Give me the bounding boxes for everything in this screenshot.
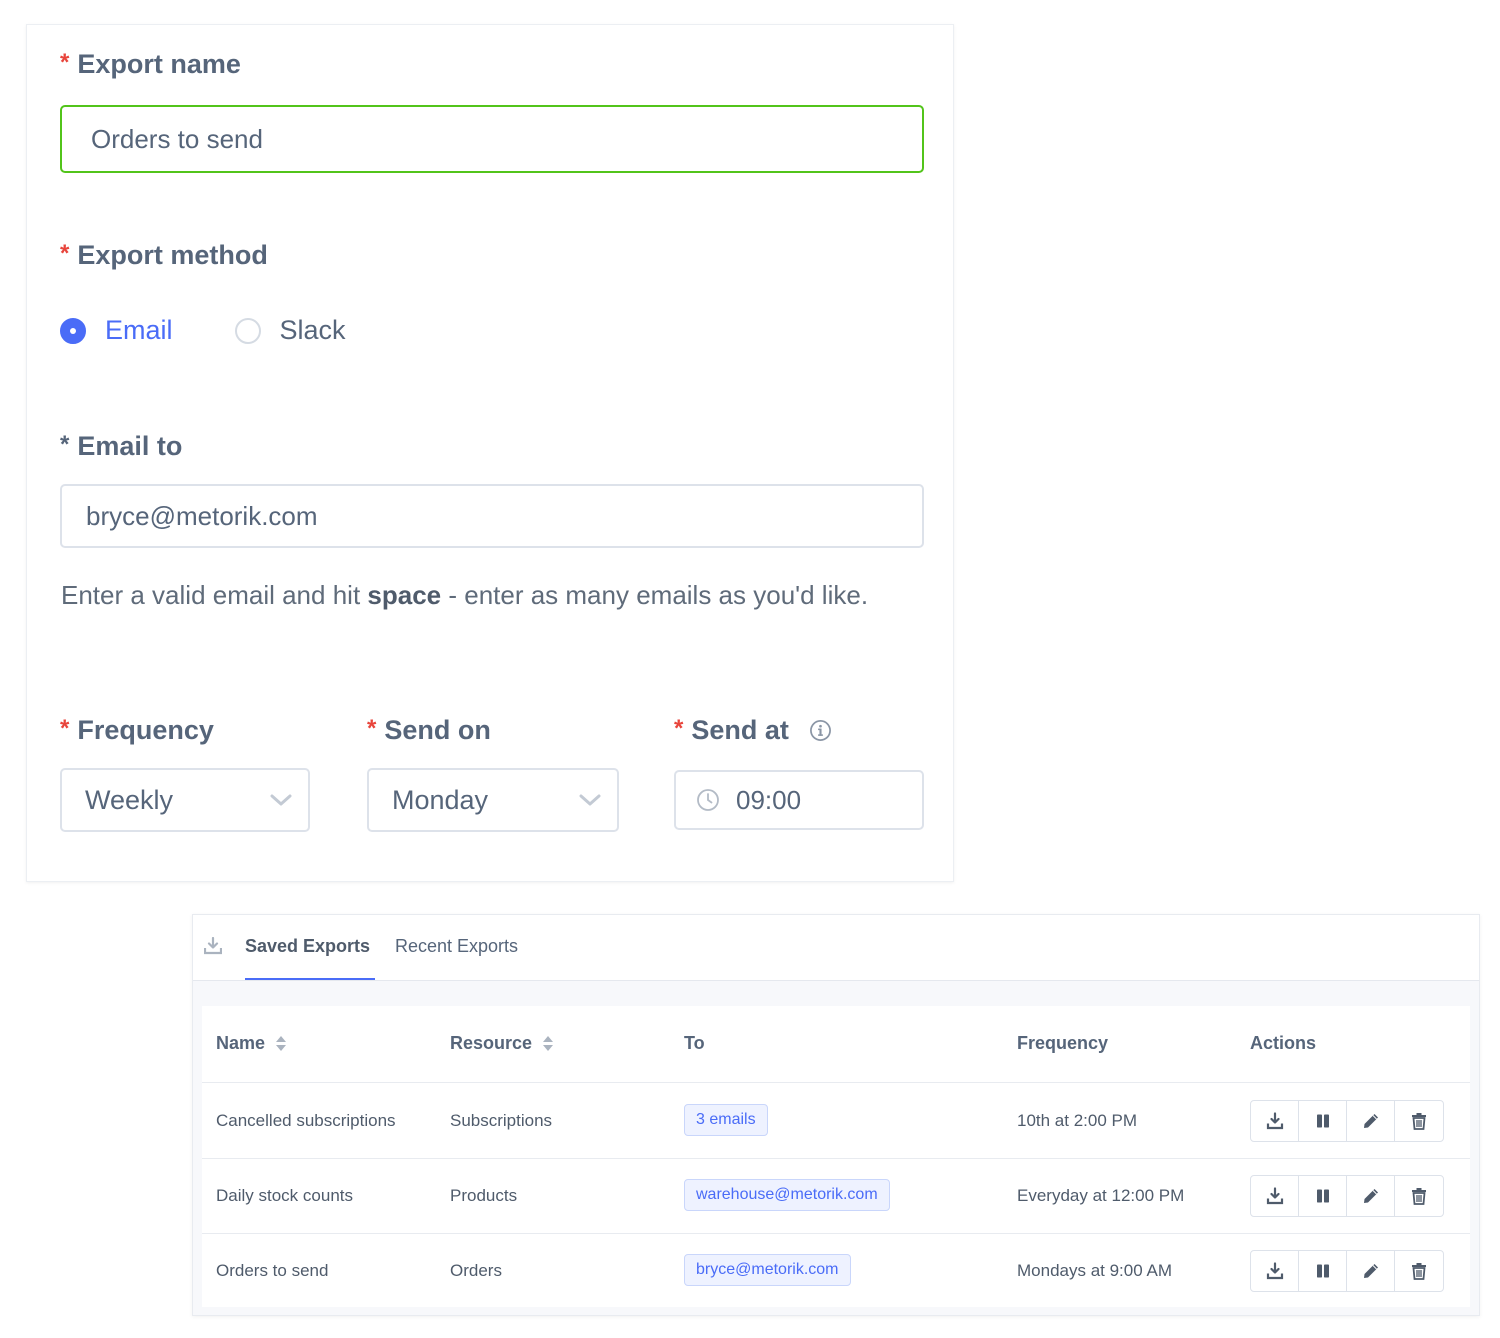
column-header-name[interactable]: Name <box>216 1033 287 1054</box>
export-form-card: * Export name Orders to send * Export meth… <box>26 24 954 882</box>
radio-slack[interactable]: Slack <box>234 315 346 346</box>
sort-icon <box>543 1036 554 1051</box>
export-method-radio-group: Email Slack <box>60 315 408 346</box>
chevron-down-icon <box>579 794 601 806</box>
cell-name: Orders to send <box>216 1261 329 1280</box>
recipient-tag[interactable]: 3 emails <box>684 1104 768 1136</box>
download-button[interactable] <box>1251 1176 1299 1216</box>
column-header-actions: Actions <box>1250 1033 1317 1053</box>
row-actions <box>1250 1175 1444 1217</box>
tab-saved-exports[interactable]: Saved Exports <box>245 936 370 957</box>
download-button[interactable] <box>1251 1101 1299 1141</box>
pencil-icon <box>1363 1264 1378 1278</box>
delete-button[interactable] <box>1395 1101 1443 1141</box>
cell-resource: Subscriptions <box>450 1111 553 1130</box>
delete-button[interactable] <box>1395 1251 1443 1291</box>
required-marker: * <box>60 715 70 742</box>
edit-button[interactable] <box>1347 1101 1395 1141</box>
send-on-select[interactable]: Monday <box>367 768 619 832</box>
required-marker: * <box>367 715 377 742</box>
table-row: Daily stock counts Products warehouse@me… <box>202 1159 1470 1234</box>
radio-slack-label: Slack <box>279 315 346 345</box>
cell-resource: Orders <box>450 1261 502 1280</box>
send-at-label: * Send at <box>674 715 832 746</box>
pause-icon <box>1316 1264 1329 1278</box>
export-method-label: * Export method <box>60 240 268 270</box>
required-marker: * <box>674 715 684 742</box>
exports-tabs-bar: Saved Exports Recent Exports <box>193 915 1479 981</box>
required-marker: * <box>60 240 70 267</box>
pause-icon <box>1316 1189 1329 1203</box>
pause-button[interactable] <box>1299 1251 1347 1291</box>
pause-icon <box>1316 1114 1329 1128</box>
column-header-resource[interactable]: Resource <box>450 1033 554 1054</box>
row-actions <box>1250 1250 1444 1292</box>
table-row: Cancelled subscriptions Subscriptions 3 … <box>202 1084 1470 1159</box>
pause-button[interactable] <box>1299 1101 1347 1141</box>
trash-icon <box>1412 1113 1426 1130</box>
table-header: Name Resource To Frequency Actions <box>202 1006 1470 1083</box>
export-name-label: * Export name <box>60 49 241 79</box>
download-icon <box>1266 1262 1283 1280</box>
chevron-down-icon <box>270 794 292 806</box>
required-marker: * <box>60 49 70 76</box>
cell-frequency: 10th at 2:00 PM <box>1017 1111 1138 1130</box>
frequency-select[interactable]: Weekly <box>60 768 310 832</box>
email-to-input[interactable]: bryce@metorik.com <box>60 484 924 548</box>
download-icon <box>1266 1187 1283 1205</box>
radio-checked-icon <box>60 317 86 344</box>
radio-email[interactable]: Email <box>60 315 173 346</box>
download-icon <box>204 937 222 955</box>
send-on-label: * Send on <box>367 715 491 745</box>
cell-resource: Products <box>450 1186 518 1205</box>
pencil-icon <box>1363 1189 1378 1203</box>
edit-button[interactable] <box>1347 1176 1395 1216</box>
email-help-text: Enter a valid email and hit space - ente… <box>61 580 869 610</box>
info-icon[interactable] <box>809 719 832 742</box>
edit-button[interactable] <box>1347 1251 1395 1291</box>
cell-name: Cancelled subscriptions <box>216 1111 396 1130</box>
column-header-frequency: Frequency <box>1017 1033 1109 1053</box>
cell-frequency: Mondays at 9:00 AM <box>1017 1261 1172 1280</box>
download-icon <box>1266 1112 1283 1130</box>
sort-icon <box>276 1036 287 1051</box>
email-to-label: * Email to <box>60 431 183 461</box>
exports-table-card: Saved Exports Recent Exports Name Resour… <box>192 914 1480 1316</box>
radio-unchecked-icon <box>234 317 261 344</box>
row-actions <box>1250 1100 1444 1142</box>
trash-icon <box>1412 1263 1426 1280</box>
column-header-to: To <box>684 1033 705 1053</box>
table-row: Orders to send Orders bryce@metorik.com … <box>202 1234 1470 1309</box>
active-tab-indicator <box>245 978 375 980</box>
cell-frequency: Everyday at 12:00 PM <box>1017 1186 1185 1205</box>
required-marker: * <box>60 431 70 458</box>
cell-name: Daily stock counts <box>216 1186 353 1205</box>
trash-icon <box>1412 1188 1426 1205</box>
send-at-time-picker[interactable]: 09:00 <box>674 770 924 830</box>
clock-icon <box>697 789 719 811</box>
delete-button[interactable] <box>1395 1176 1443 1216</box>
pause-button[interactable] <box>1299 1176 1347 1216</box>
tab-recent-exports[interactable]: Recent Exports <box>395 936 518 957</box>
radio-email-label: Email <box>105 315 173 345</box>
download-button[interactable] <box>1251 1251 1299 1291</box>
frequency-label: * Frequency <box>60 715 214 745</box>
pencil-icon <box>1363 1114 1378 1128</box>
recipient-tag[interactable]: warehouse@metorik.com <box>684 1179 890 1211</box>
export-name-input[interactable]: Orders to send <box>60 105 924 173</box>
recipient-tag[interactable]: bryce@metorik.com <box>684 1254 851 1286</box>
exports-table: Name Resource To Frequency Actions Cance… <box>202 1006 1470 1307</box>
